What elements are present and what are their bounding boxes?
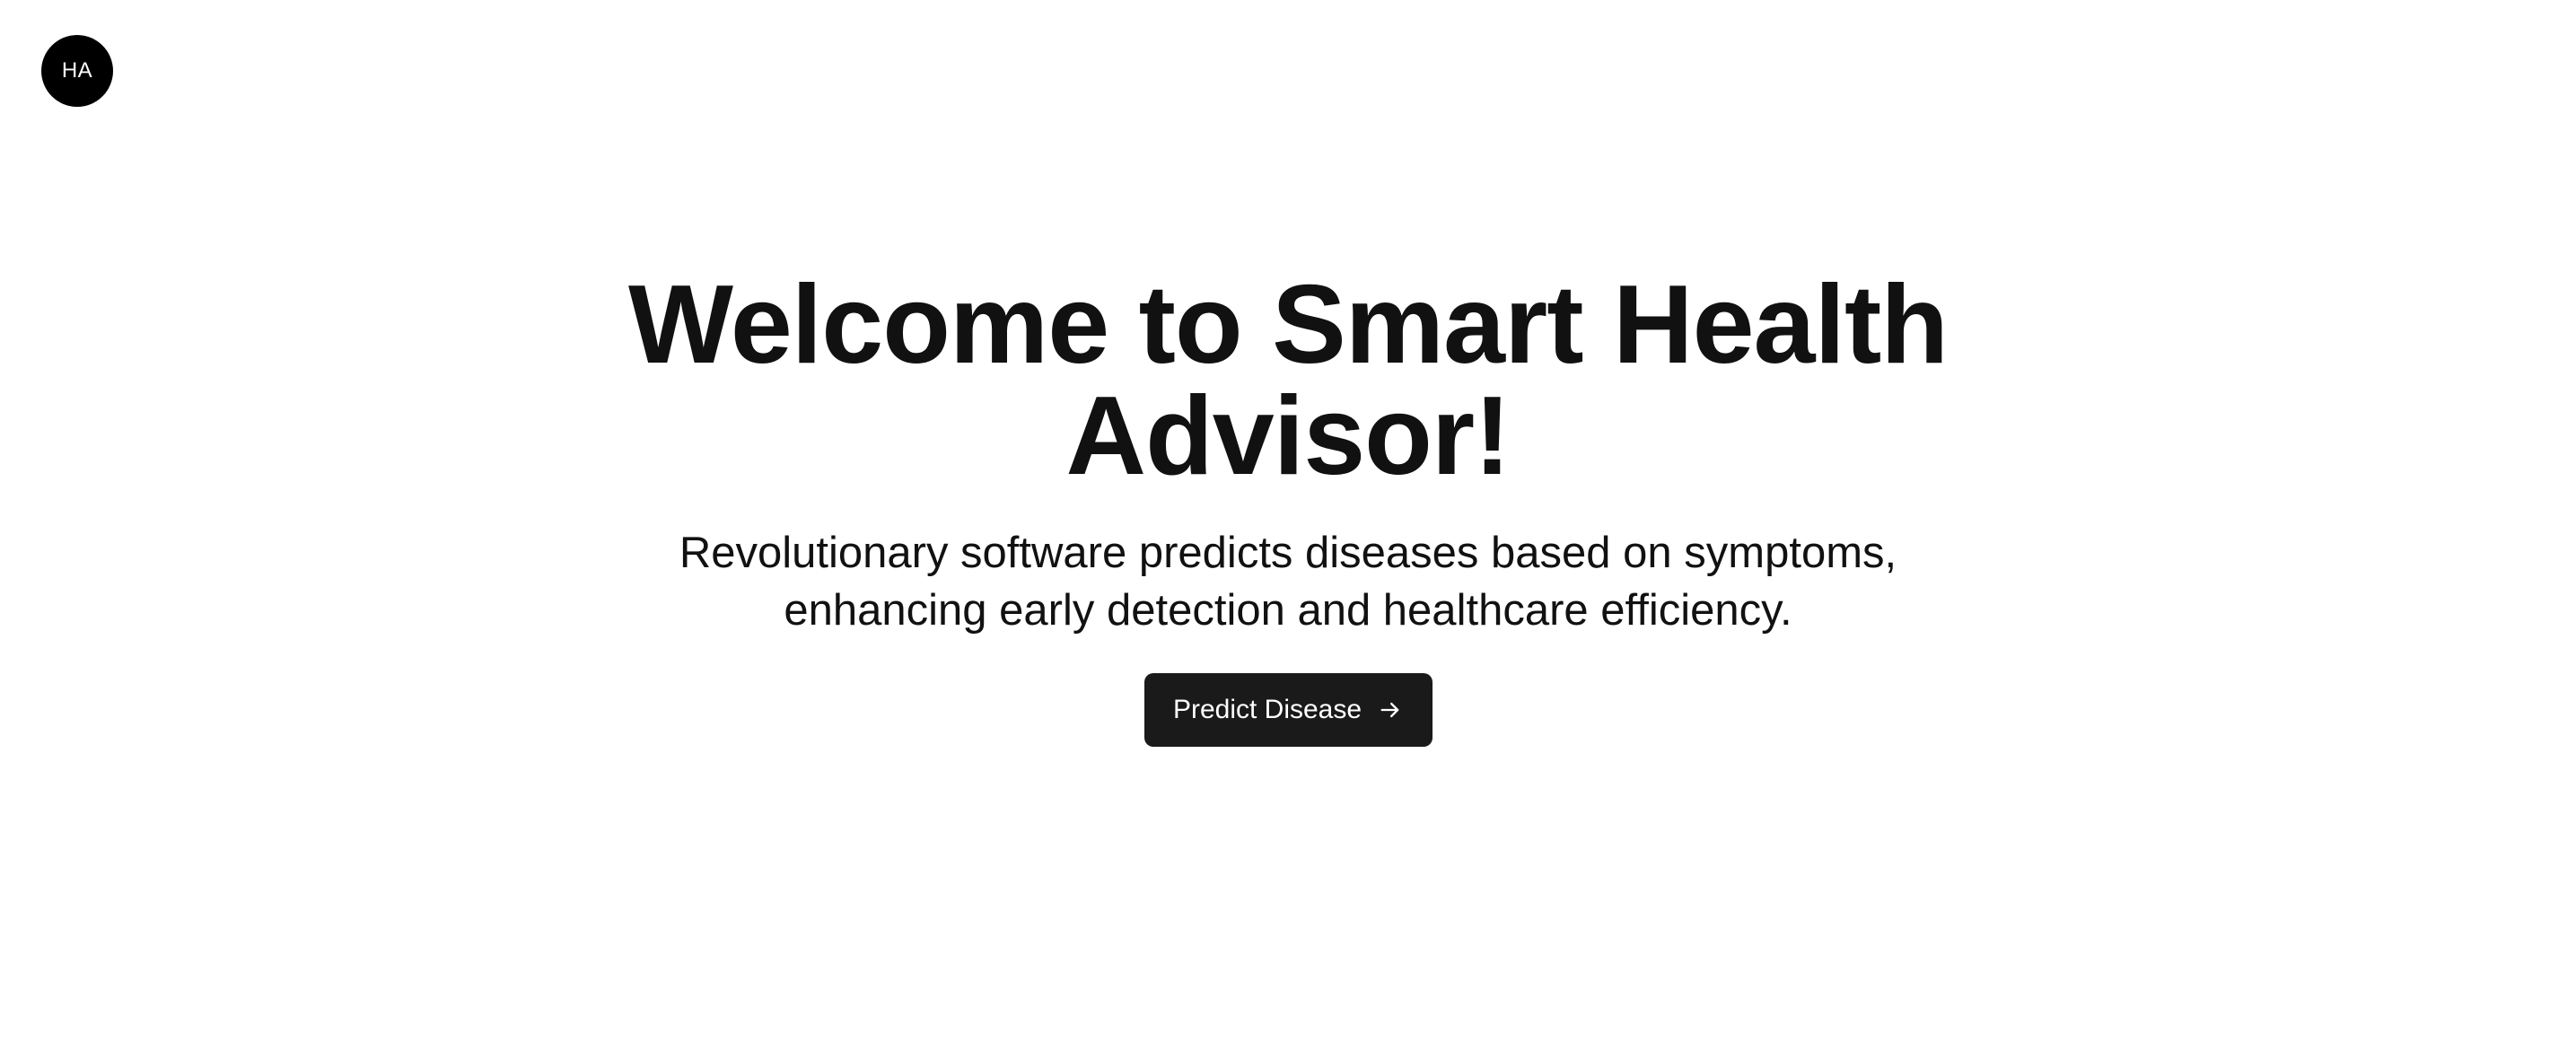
- hero-subtitle: Revolutionary software predicts diseases…: [679, 529, 1897, 635]
- cta-container: Predict Disease: [0, 673, 2576, 747]
- page-title: Welcome to Smart Health Advisor!: [628, 263, 1949, 498]
- page: HA Welcome to Smart Health Advisor! Revo…: [0, 0, 2576, 1060]
- logo-text: HA: [61, 58, 93, 83]
- predict-disease-button-label: Predict Disease: [1172, 695, 1362, 724]
- hero-section: Welcome to Smart Health Advisor! Revolut…: [0, 269, 2576, 747]
- arrow-right-icon: [1378, 697, 1403, 723]
- predict-disease-button[interactable]: Predict Disease: [1143, 673, 1433, 747]
- logo-avatar[interactable]: HA: [41, 35, 113, 107]
